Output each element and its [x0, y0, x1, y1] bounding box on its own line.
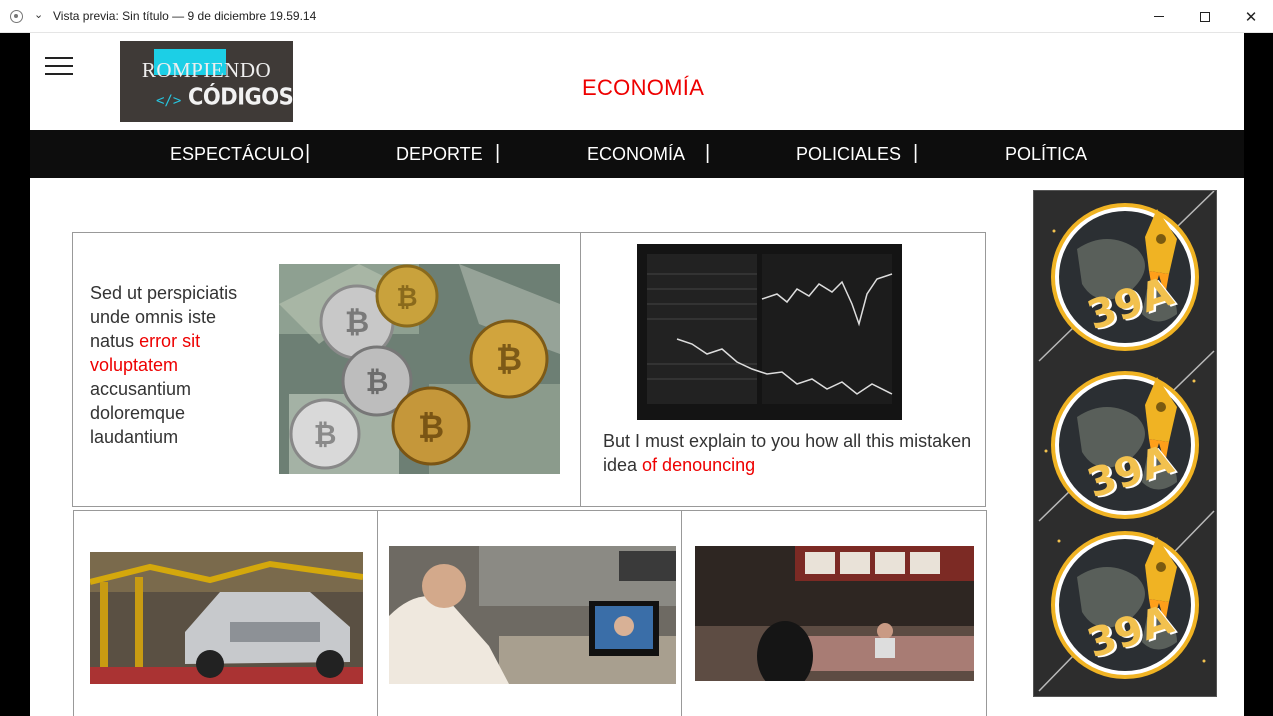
minimize-button[interactable]	[1136, 0, 1182, 33]
butcher-shop-image[interactable]	[695, 546, 974, 681]
window-title: Vista previa: Sin título — 9 de diciembr…	[53, 9, 317, 23]
maximize-icon	[1200, 11, 1210, 22]
nav-separator: |	[913, 142, 919, 164]
nav-item-politica[interactable]: POLÍTICA	[1005, 144, 1087, 165]
maximize-button[interactable]	[1182, 0, 1228, 33]
svg-text:₿: ₿	[496, 340, 522, 378]
svg-text:₿: ₿	[396, 283, 417, 313]
ad-badge: 39A	[1047, 367, 1203, 523]
minimize-icon	[1154, 16, 1164, 17]
article-link[interactable]: of denouncing	[642, 455, 755, 475]
videoconference-image[interactable]	[389, 546, 676, 684]
nav-item-policiales[interactable]: POLICIALES	[796, 144, 901, 165]
hamburger-menu-icon[interactable]	[45, 57, 73, 75]
logo-top-text: ROMPIENDO	[141, 58, 272, 82]
crypto-coins-image[interactable]: ₿ ₿ ₿ ₿ ₿ ₿	[279, 264, 560, 474]
close-button[interactable]: ✕	[1228, 0, 1273, 33]
article-card-minister[interactable]	[377, 510, 682, 716]
article-text-plain: accusantium doloremque laudantium	[90, 379, 192, 447]
car-factory-image[interactable]	[90, 552, 363, 684]
svg-text:₿: ₿	[418, 408, 444, 446]
nav-item-economia[interactable]: ECONOMÍA	[587, 144, 685, 165]
article-text: But I must explain to you how all this m…	[603, 429, 973, 477]
nav-item-deporte[interactable]: DEPORTE	[396, 144, 483, 165]
ad-banner[interactable]: 39A 39A 39A	[1033, 190, 1217, 697]
svg-text:₿: ₿	[345, 305, 369, 340]
article-text: Sed ut perspiciatis unde omnis iste natu…	[90, 281, 258, 449]
article-card-crypto[interactable]: Sed ut perspiciatis unde omnis iste natu…	[72, 232, 581, 507]
ad-badge: 39A	[1047, 199, 1203, 355]
svg-text:₿: ₿	[314, 418, 337, 451]
article-card-stocks[interactable]: But I must explain to you how all this m…	[580, 232, 986, 507]
window-titlebar: ⌄ Vista previa: Sin título — 9 de diciem…	[0, 0, 1273, 33]
app-icon	[10, 10, 23, 23]
section-title: ECONOMÍA	[582, 75, 705, 100]
logo-bottom-text: CÓDIGOS	[188, 83, 294, 111]
nav-separator: |	[305, 142, 311, 164]
site-logo[interactable]: ROMPIENDO </> CÓDIGOS	[120, 41, 294, 122]
close-icon: ✕	[1244, 8, 1258, 26]
svg-text:₿: ₿	[366, 365, 389, 398]
chevron-down-icon[interactable]: ⌄	[34, 8, 43, 21]
ad-badge: 39A	[1047, 527, 1203, 683]
main-navbar: ESPECTÁCULO | DEPORTE | ECONOMÍA | POLIC…	[30, 130, 1244, 178]
nav-item-espectaculo[interactable]: ESPECTÁCULO	[170, 144, 304, 165]
article-card-factory[interactable]	[73, 510, 378, 716]
nav-separator: |	[495, 142, 501, 164]
stock-chart-image[interactable]	[637, 244, 902, 420]
logo-code-icon: </>	[156, 93, 182, 109]
nav-separator: |	[705, 142, 711, 164]
web-page: ROMPIENDO </> CÓDIGOS ECONOMÍA ESPECTÁCU…	[30, 33, 1244, 716]
article-card-butcher[interactable]	[681, 510, 987, 716]
